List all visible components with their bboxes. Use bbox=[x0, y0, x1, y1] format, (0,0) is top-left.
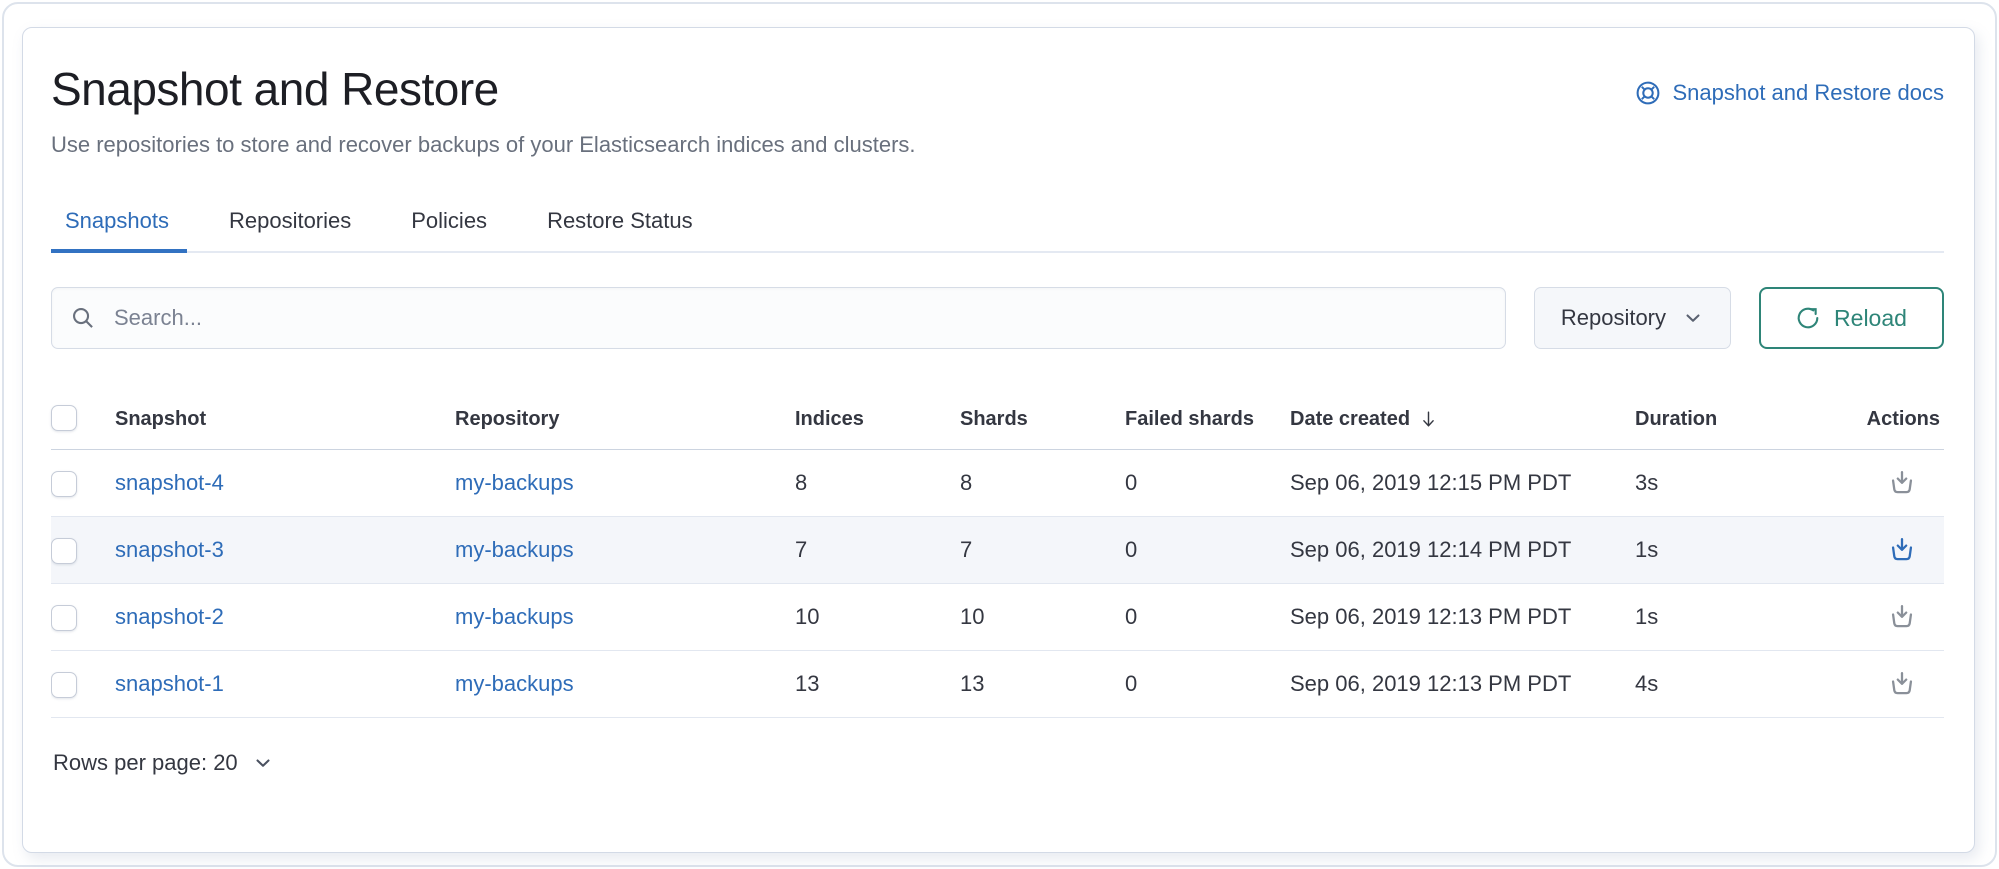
date-created: Sep 06, 2019 12:14 PM PDT bbox=[1290, 537, 1571, 562]
restore-icon bbox=[1888, 603, 1916, 631]
rows-per-page-label: Rows per page: 20 bbox=[53, 750, 238, 776]
restore-button[interactable] bbox=[1888, 469, 1916, 497]
docs-link-label: Snapshot and Restore docs bbox=[1672, 80, 1944, 106]
shards-count: 7 bbox=[960, 537, 972, 562]
row-checkbox[interactable] bbox=[51, 471, 77, 497]
row-checkbox[interactable] bbox=[51, 605, 77, 631]
repository-filter-label: Repository bbox=[1561, 305, 1666, 331]
repository-link[interactable]: my-backups bbox=[455, 537, 574, 562]
failed-shards-count: 0 bbox=[1125, 470, 1137, 495]
rows-per-page-button[interactable]: Rows per page: 20 bbox=[51, 744, 276, 782]
search-box bbox=[51, 287, 1506, 349]
page-subtitle: Use repositories to store and recover ba… bbox=[51, 132, 1944, 158]
repository-filter-button[interactable]: Repository bbox=[1534, 287, 1731, 349]
restore-button[interactable] bbox=[1888, 670, 1916, 698]
table-row: snapshot-3 my-backups 7 7 0 Sep 06, 2019 12:1… bbox=[51, 517, 1944, 584]
table-row: snapshot-4 my-backups 8 8 0 Sep 06, 2019 12:1… bbox=[51, 450, 1944, 517]
table-row: snapshot-2 my-backups 10 10 0 Sep 06, 2019 12… bbox=[51, 584, 1944, 651]
chevron-down-icon bbox=[252, 752, 274, 774]
restore-button[interactable] bbox=[1888, 603, 1916, 631]
restore-icon bbox=[1888, 536, 1916, 564]
tab-snapshots[interactable]: Snapshots bbox=[51, 196, 187, 251]
table-row: snapshot-1 my-backups 13 13 0 Sep 06, 2019 12… bbox=[51, 651, 1944, 718]
restore-icon bbox=[1888, 670, 1916, 698]
snapshots-table: Snapshot Repository Indices Shards Faile… bbox=[51, 391, 1944, 718]
tab-repositories[interactable]: Repositories bbox=[215, 196, 369, 251]
duration: 3s bbox=[1635, 470, 1658, 495]
snapshot-link[interactable]: snapshot-3 bbox=[115, 537, 224, 562]
column-header-actions: Actions bbox=[1860, 391, 1944, 450]
snapshot-link[interactable]: snapshot-1 bbox=[115, 671, 224, 696]
indices-count: 7 bbox=[795, 537, 807, 562]
table-footer: Rows per page: 20 bbox=[51, 744, 1944, 782]
date-created: Sep 06, 2019 12:15 PM PDT bbox=[1290, 470, 1571, 495]
column-header-shards[interactable]: Shards bbox=[960, 391, 1125, 450]
repository-link[interactable]: my-backups bbox=[455, 604, 574, 629]
reload-button[interactable]: Reload bbox=[1759, 287, 1944, 349]
failed-shards-count: 0 bbox=[1125, 604, 1137, 629]
column-header-indices[interactable]: Indices bbox=[795, 391, 960, 450]
row-checkbox[interactable] bbox=[51, 538, 77, 564]
repository-link[interactable]: my-backups bbox=[455, 671, 574, 696]
select-all-checkbox[interactable] bbox=[51, 405, 77, 431]
reload-button-label: Reload bbox=[1834, 305, 1907, 332]
tab-policies[interactable]: Policies bbox=[397, 196, 505, 251]
tab-bar: Snapshots Repositories Policies Restore Sta… bbox=[51, 196, 1944, 253]
table-header-row: Snapshot Repository Indices Shards Faile… bbox=[51, 391, 1944, 450]
date-created: Sep 06, 2019 12:13 PM PDT bbox=[1290, 671, 1571, 696]
row-checkbox[interactable] bbox=[51, 672, 77, 698]
search-icon bbox=[70, 305, 96, 331]
refresh-icon bbox=[1796, 306, 1820, 330]
shards-count: 10 bbox=[960, 604, 984, 629]
snapshot-link[interactable]: snapshot-2 bbox=[115, 604, 224, 629]
search-input[interactable] bbox=[112, 304, 1487, 332]
shards-count: 8 bbox=[960, 470, 972, 495]
failed-shards-count: 0 bbox=[1125, 671, 1137, 696]
help-icon bbox=[1635, 80, 1661, 106]
sort-descending-icon bbox=[1418, 409, 1439, 430]
date-created: Sep 06, 2019 12:13 PM PDT bbox=[1290, 604, 1571, 629]
repository-link[interactable]: my-backups bbox=[455, 470, 574, 495]
column-header-snapshot[interactable]: Snapshot bbox=[115, 391, 455, 450]
indices-count: 8 bbox=[795, 470, 807, 495]
indices-count: 13 bbox=[795, 671, 819, 696]
tab-restore-status[interactable]: Restore Status bbox=[533, 196, 711, 251]
shards-count: 13 bbox=[960, 671, 984, 696]
column-header-failed-shards[interactable]: Failed shards bbox=[1125, 391, 1290, 450]
failed-shards-count: 0 bbox=[1125, 537, 1137, 562]
column-header-date-created[interactable]: Date created bbox=[1290, 391, 1635, 450]
duration: 1s bbox=[1635, 604, 1658, 629]
duration: 1s bbox=[1635, 537, 1658, 562]
page-header: Snapshot and Restore Snapshot and Restor… bbox=[51, 62, 1944, 116]
restore-button[interactable] bbox=[1888, 536, 1916, 564]
column-header-repository[interactable]: Repository bbox=[455, 391, 795, 450]
duration: 4s bbox=[1635, 671, 1658, 696]
chevron-down-icon bbox=[1682, 307, 1704, 329]
restore-icon bbox=[1888, 469, 1916, 497]
docs-link[interactable]: Snapshot and Restore docs bbox=[1635, 80, 1944, 106]
page-title: Snapshot and Restore bbox=[51, 62, 499, 116]
toolbar: Repository Reload bbox=[51, 287, 1944, 349]
column-header-duration[interactable]: Duration bbox=[1635, 391, 1860, 450]
snapshot-restore-panel: Snapshot and Restore Snapshot and Restor… bbox=[22, 27, 1975, 853]
snapshot-link[interactable]: snapshot-4 bbox=[115, 470, 224, 495]
indices-count: 10 bbox=[795, 604, 819, 629]
